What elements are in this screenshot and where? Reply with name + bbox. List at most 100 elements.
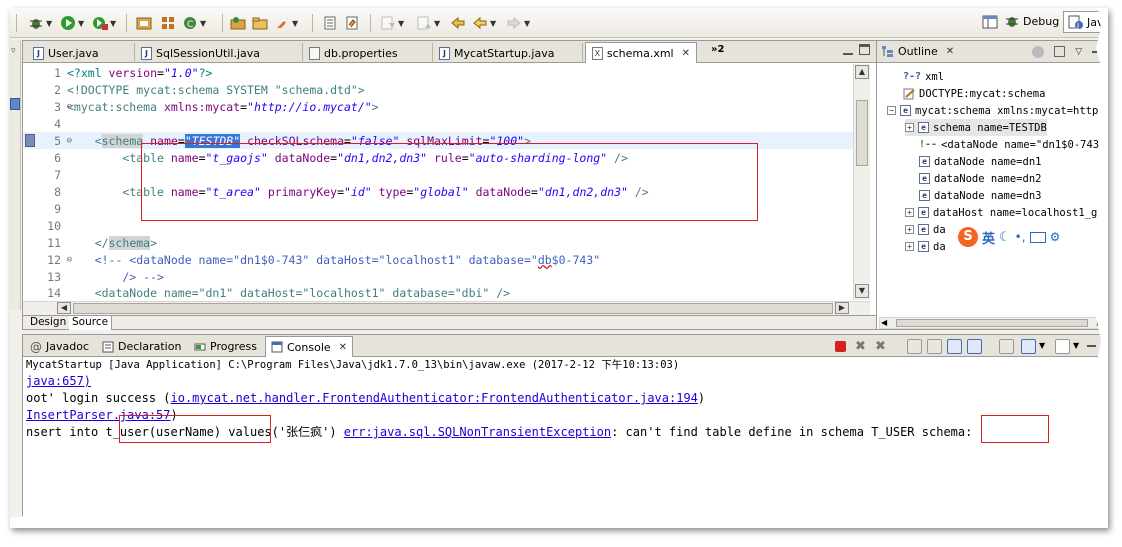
scroll-right-icon[interactable]: ▶ (835, 302, 849, 314)
display-selected-console-icon[interactable] (1021, 339, 1036, 354)
tab-source[interactable]: Source (69, 316, 113, 330)
collapse-node-icon[interactable]: − (887, 106, 896, 115)
expand-node-icon[interactable]: + (905, 225, 914, 234)
horizontal-scrollbar[interactable]: ◀ ▶ (879, 317, 1105, 329)
vertical-scrollbar[interactable]: ▲ ▼ (853, 64, 870, 300)
tab-sqlsessionutil-java[interactable]: J SqlSessionUtil.java (135, 43, 303, 63)
tab-db-properties[interactable]: db.properties (303, 43, 433, 63)
debug-button[interactable]: ▼ (28, 14, 52, 32)
tab-overflow-button[interactable]: »2 (711, 44, 724, 55)
view-menu-icon[interactable]: ▽ (1075, 47, 1082, 57)
fold-icon[interactable]: ⊖ (67, 102, 72, 112)
moon-icon[interactable]: ☾ (999, 230, 1011, 245)
last-edit-location-button[interactable] (450, 14, 466, 32)
outline-item[interactable]: + e da (905, 238, 946, 255)
hide-attributes-icon[interactable] (1032, 45, 1045, 58)
scroll-lock-icon[interactable] (927, 339, 942, 354)
settings-icon[interactable]: ⚙ (1050, 230, 1061, 244)
tab-console[interactable]: Console ✕ (265, 336, 354, 357)
minimize-icon[interactable] (843, 45, 853, 55)
ime-toolbar[interactable]: S 英 ☾ •, ⚙ (954, 226, 1065, 248)
outline-item[interactable]: e dataNode name=dn1 (919, 153, 1041, 170)
new-package-button[interactable] (160, 14, 176, 32)
horizontal-scrollbar[interactable]: ◀ ▶ (23, 301, 870, 315)
remove-all-terminated-icon[interactable]: ✖ (875, 339, 890, 354)
new-java-project-button[interactable] (136, 14, 152, 32)
chevron-down-icon[interactable]: ▼ (524, 19, 530, 28)
close-icon[interactable]: ✕ (946, 46, 954, 57)
expand-node-icon[interactable]: + (905, 208, 914, 217)
restore-view-icon[interactable] (10, 98, 20, 110)
outline-item[interactable]: − e mycat:schema xmlns:mycat=http (887, 102, 1098, 119)
back-button[interactable]: ▼ (472, 14, 496, 32)
scroll-up-icon[interactable]: ▲ (855, 65, 869, 79)
chevron-down-icon[interactable]: ▼ (490, 19, 496, 28)
pin-console-icon[interactable] (999, 339, 1014, 354)
toggle-mark-occurrences-button[interactable] (322, 14, 338, 32)
chevron-down-icon[interactable]: ▼ (46, 19, 52, 28)
debug-perspective-button[interactable]: Debug (1004, 13, 1059, 29)
tab-user-java[interactable]: J User.java (27, 43, 135, 63)
outline-item[interactable]: e dataNode name=dn3 (919, 187, 1041, 204)
external-tools-button[interactable]: ▼ (92, 14, 116, 32)
collapse-all-icon[interactable] (1054, 46, 1066, 57)
forward-button[interactable]: ▼ (506, 14, 530, 32)
outline-item[interactable]: + e dataHost name=localhost1_g (905, 204, 1097, 221)
code-area[interactable]: 1 <?xml version = "1.0" ?> 2 <!DOCTYPE myca… (23, 64, 853, 300)
tab-javadoc[interactable]: @ Javadoc (25, 337, 94, 356)
chevron-down-icon[interactable]: ▼ (1073, 341, 1079, 350)
chevron-down-icon[interactable]: ▼ (110, 19, 116, 28)
ime-mode-toggle[interactable]: 英 (982, 228, 995, 247)
clear-console-icon[interactable] (907, 339, 922, 354)
next-annotation-button[interactable]: ▼ (380, 14, 404, 32)
stack-trace-link[interactable]: java:657) (26, 374, 91, 388)
tab-mycatstartup-java[interactable]: J MycatStartup.java (433, 43, 583, 63)
new-class-button[interactable]: C ▼ (182, 14, 206, 32)
tab-design[interactable]: Design (27, 316, 71, 330)
show-console-on-stderr-icon[interactable] (967, 339, 982, 354)
fold-icon[interactable]: ⊖ (67, 255, 72, 265)
stack-trace-link[interactable]: io.mycat.net.handler.FrontendAuthenticat… (171, 391, 698, 405)
open-perspective-button[interactable] (982, 14, 998, 33)
tab-schema-xml[interactable]: X schema.xml ✕ (585, 42, 697, 63)
search-button[interactable]: ▼ (274, 14, 298, 32)
show-console-on-stdout-icon[interactable] (947, 339, 962, 354)
tab-declaration[interactable]: Declaration (97, 337, 186, 356)
exception-link[interactable]: err:java.sql.SQLNonTransientException (344, 425, 611, 439)
expand-node-icon[interactable]: + (905, 123, 914, 132)
fold-icon[interactable]: ⊖ (67, 136, 72, 146)
chevron-down-icon[interactable]: ▼ (398, 19, 404, 28)
chevron-down-icon[interactable]: ▼ (78, 19, 84, 28)
scroll-thumb[interactable] (73, 303, 833, 314)
open-folder-button[interactable] (252, 14, 268, 32)
outline-item[interactable]: ?-? xml (903, 68, 944, 85)
view-menu-icon[interactable]: ▿ (11, 46, 16, 56)
expand-node-icon[interactable]: + (905, 242, 914, 251)
keyboard-icon[interactable] (1029, 231, 1046, 243)
open-console-icon[interactable] (1055, 339, 1070, 354)
close-icon[interactable]: ✕ (339, 342, 347, 353)
scroll-thumb[interactable] (856, 100, 868, 166)
maximize-icon[interactable] (859, 44, 870, 55)
scroll-left-icon[interactable]: ◀ (57, 302, 71, 314)
run-button[interactable]: ▼ (60, 14, 84, 32)
scroll-thumb[interactable] (896, 319, 1088, 327)
show-whitespace-button[interactable] (344, 14, 360, 32)
outline-item[interactable]: DOCTYPE:mycat:schema (903, 85, 1045, 102)
chevron-down-icon[interactable]: ▼ (200, 19, 206, 28)
chevron-down-icon[interactable]: ▼ (434, 19, 440, 28)
prev-annotation-button[interactable]: ▼ (416, 14, 440, 32)
terminate-icon[interactable] (835, 341, 846, 352)
chevron-down-icon[interactable]: ▼ (292, 19, 298, 28)
close-icon[interactable]: ✕ (682, 48, 690, 59)
outline-item[interactable]: !-- <dataNode name="dn1$0-743" (919, 136, 1105, 153)
punctuation-icon[interactable]: •, (1015, 230, 1026, 244)
outline-item[interactable]: + e da (905, 221, 946, 238)
tab-progress[interactable]: Progress (189, 337, 262, 356)
outline-item[interactable]: e dataNode name=dn2 (919, 170, 1041, 187)
chevron-down-icon[interactable]: ▼ (1039, 341, 1045, 350)
scroll-left-icon[interactable]: ◀ (881, 318, 887, 327)
remove-launch-icon[interactable]: ✖ (855, 339, 870, 354)
open-type-button[interactable] (230, 14, 246, 32)
outline-item-selected[interactable]: + e schema name=TESTDB (905, 119, 1047, 136)
